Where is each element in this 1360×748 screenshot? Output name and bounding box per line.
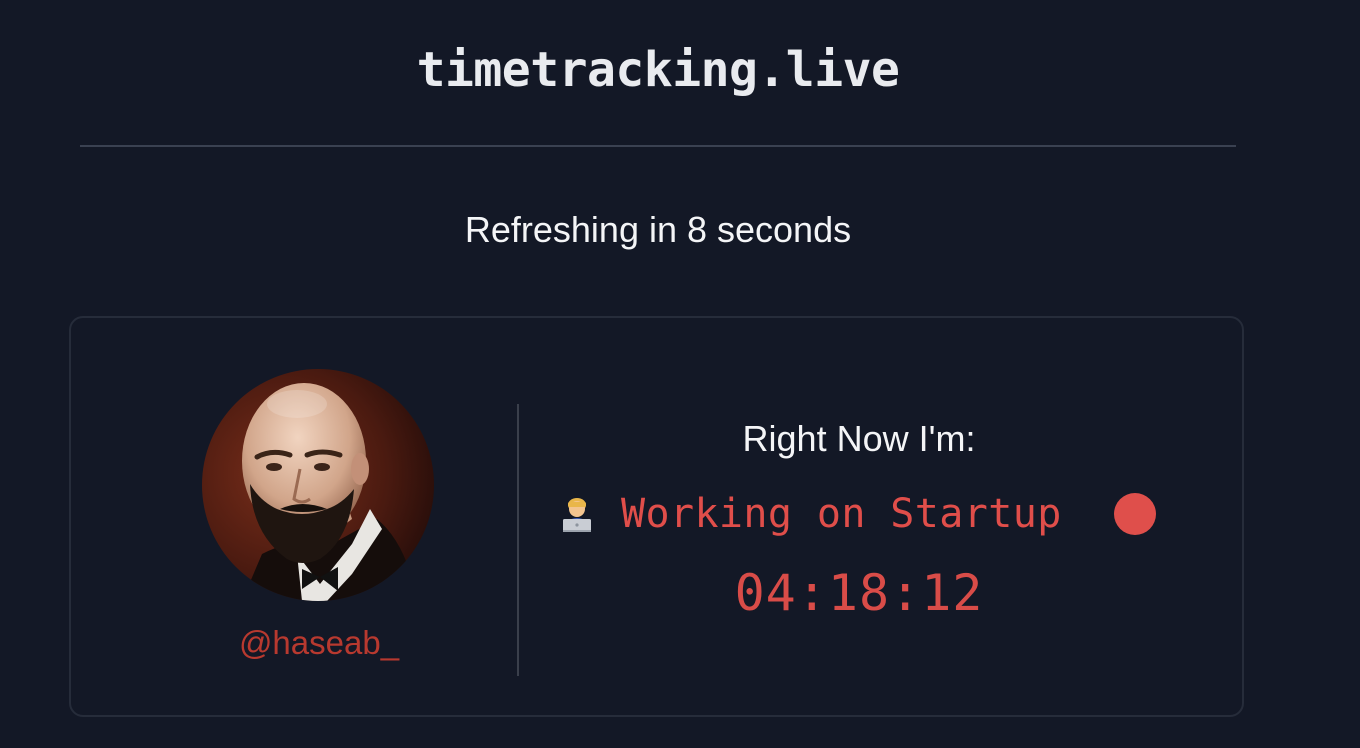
activity-label: Working on Startup — [621, 491, 1062, 537]
elapsed-timer: 04:18:12 — [734, 564, 984, 622]
refresh-countdown: Refreshing in 8 seconds — [464, 209, 852, 250]
user-handle-link[interactable]: @haseab_ — [171, 621, 467, 665]
recording-dot-icon — [1113, 493, 1156, 535]
status-card: @haseab_ Right Now I'm: Working on Start… — [69, 316, 1244, 717]
technologist-laptop-icon — [563, 498, 591, 532]
header-divider — [80, 145, 1236, 147]
avatar-image — [202, 369, 434, 601]
current-activity: Working on Startup — [557, 490, 1156, 538]
site-title: timetracking.live — [416, 42, 900, 98]
status-heading: Right Now I'm: — [742, 418, 976, 459]
avatar[interactable] — [202, 369, 434, 601]
